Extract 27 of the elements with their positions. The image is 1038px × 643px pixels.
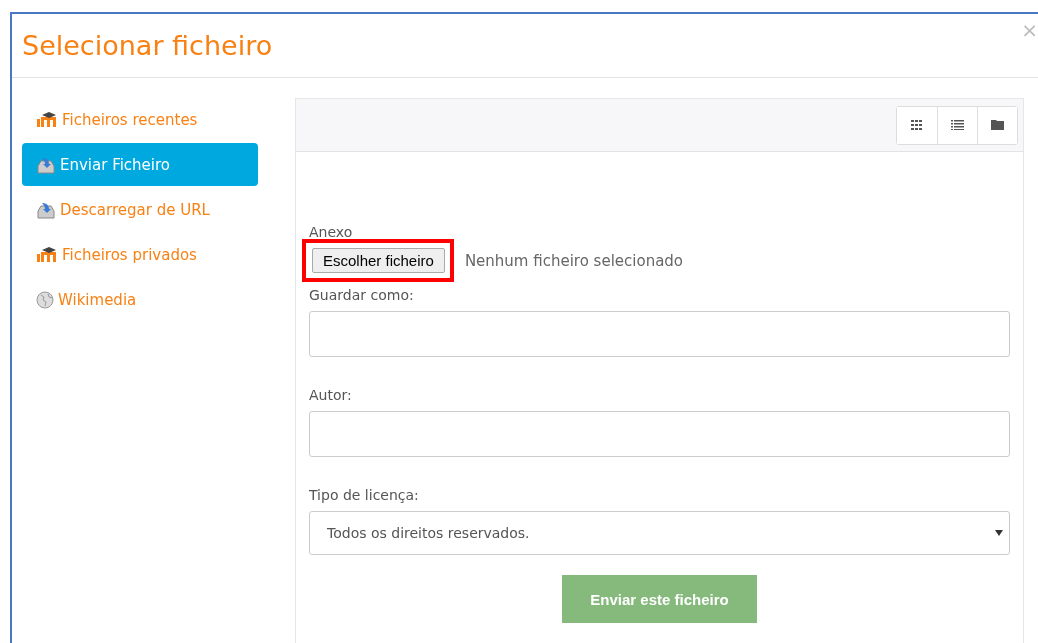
- list-icon: [951, 120, 964, 130]
- input-field[interactable]: [309, 311, 1010, 357]
- mortarboard-icon: [36, 111, 58, 128]
- field-label: Autor:: [309, 387, 352, 403]
- input-field[interactable]: [309, 411, 1010, 457]
- sidebar-item[interactable]: Ficheiros privados: [22, 233, 258, 276]
- grid-icon: [911, 120, 923, 130]
- license-select[interactable]: Todos os direitos reservados.: [309, 511, 1010, 555]
- caret-icon: [995, 530, 1003, 536]
- dialog-title: Selecionar ficheiro: [22, 30, 273, 61]
- sidebar-item[interactable]: Wikimedia: [22, 278, 258, 321]
- sidebar-item[interactable]: Descarregar de URL: [22, 188, 258, 231]
- folder-icon: [991, 120, 1004, 130]
- field-label: Guardar como:: [309, 287, 414, 303]
- sidebar-item[interactable]: Ficheiros recentes: [22, 98, 258, 141]
- file-status: Nenhum ficheiro selecionado: [464, 251, 684, 270]
- mortarboard-icon: [36, 246, 58, 263]
- close-button[interactable]: ×: [1021, 18, 1038, 42]
- globe-icon: [36, 290, 54, 309]
- field-label: Anexo: [309, 224, 353, 240]
- sidebar-item[interactable]: Enviar Ficheiro: [22, 143, 258, 186]
- view-button[interactable]: [977, 106, 1017, 144]
- field-label: Tipo de licença:: [309, 487, 419, 503]
- submit-button[interactable]: Enviar este ficheiro: [562, 575, 757, 623]
- choose-file-button[interactable]: Escolher ficheiro: [312, 248, 445, 273]
- upload-tray-icon: [36, 155, 56, 174]
- upload-tray-icon: [36, 200, 56, 219]
